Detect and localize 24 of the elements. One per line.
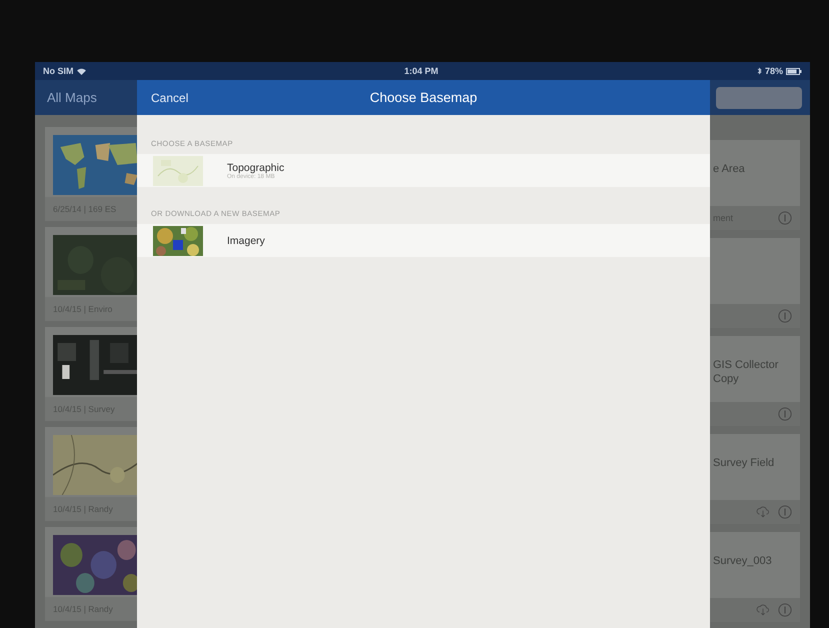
dialog-title: Choose Basemap <box>370 90 478 105</box>
battery-icon <box>786 68 802 74</box>
info-icon[interactable] <box>778 603 792 617</box>
basemap-name: Imagery <box>227 234 265 246</box>
info-icon[interactable] <box>778 407 792 421</box>
clock-time: 1:04 PM <box>404 66 438 76</box>
map-title: Survey Field <box>712 456 776 470</box>
cloud-download-icon[interactable] <box>756 505 770 519</box>
info-icon[interactable] <box>778 309 792 323</box>
basemap-name: Topographic <box>227 162 284 174</box>
bluetooth-icon <box>756 67 762 75</box>
battery-percent: 78% <box>764 66 783 76</box>
basemap-row[interactable]: Imagery <box>137 224 710 257</box>
carrier-label: No SIM <box>43 66 74 76</box>
wifi-icon <box>76 68 86 74</box>
all-maps-button[interactable]: All Maps <box>47 90 97 105</box>
search-field[interactable] <box>716 86 802 108</box>
cancel-button[interactable]: Cancel <box>151 90 188 104</box>
info-icon[interactable] <box>778 211 792 225</box>
map-title: Survey_003 <box>712 554 773 568</box>
map-title: e Area <box>712 162 746 176</box>
cloud-download-icon[interactable] <box>756 603 770 617</box>
map-title: GIS Collector Copy <box>712 358 780 387</box>
info-icon[interactable] <box>778 505 792 519</box>
